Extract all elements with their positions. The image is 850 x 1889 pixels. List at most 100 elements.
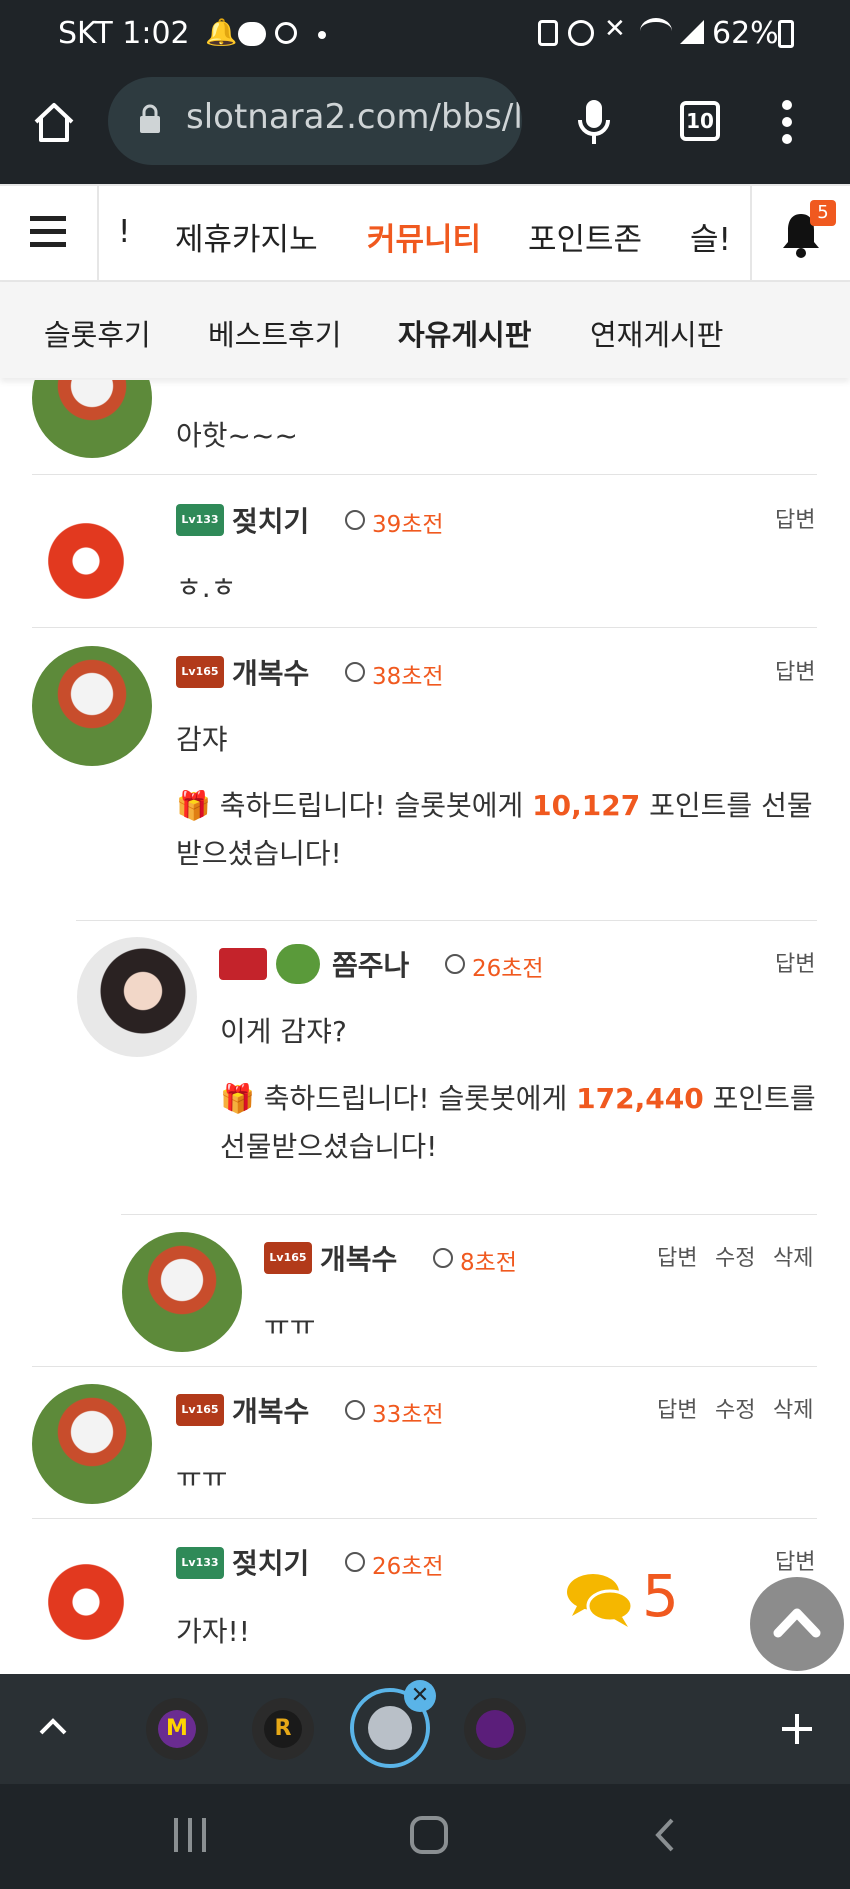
microphone-icon[interactable] <box>577 98 611 148</box>
tab-count: 10 <box>686 109 714 133</box>
nav-item-community[interactable]: 커뮤니티 <box>367 214 481 259</box>
level-badge: Lv133 <box>176 504 224 536</box>
reply-button[interactable]: 답변 <box>657 1240 697 1272</box>
hamburger-menu-icon[interactable] <box>30 216 66 250</box>
reply-button[interactable]: 답변 <box>775 1544 815 1576</box>
comment-body: 가자!! <box>176 1615 250 1648</box>
delete-button[interactable]: 삭제 <box>773 1392 813 1424</box>
comment-body: ㅠㅠ <box>264 1309 316 1342</box>
level-badge: Lv165 <box>176 1394 224 1426</box>
tab-free-board[interactable]: 자유게시판 <box>398 312 531 354</box>
chevron-up-icon <box>773 1608 821 1638</box>
back-icon[interactable] <box>652 1816 676 1854</box>
clock-icon <box>345 510 365 530</box>
close-icon[interactable]: ✕ <box>404 1680 436 1712</box>
status-time: SKT 1:02 <box>58 16 190 51</box>
battery-saver-icon <box>538 20 558 46</box>
comment-body: 이게 감쟈? <box>220 1015 347 1048</box>
nav-item-partial[interactable]: ! <box>118 214 130 250</box>
reply-button[interactable]: 답변 <box>775 502 815 534</box>
comment-author[interactable]: 젖치기 <box>232 1542 309 1582</box>
comment-author[interactable]: 개복수 <box>320 1238 397 1278</box>
plus-icon[interactable] <box>780 1712 814 1746</box>
tab-series-board[interactable]: 연재게시판 <box>590 312 723 354</box>
recent-apps-icon[interactable] <box>174 1818 208 1852</box>
dnd-icon <box>275 22 297 44</box>
alarm-icon <box>568 20 594 46</box>
gift-points: 172,440 <box>576 1082 704 1115</box>
home-nav-icon[interactable] <box>410 1816 448 1854</box>
divider <box>32 474 817 475</box>
nav-item-partner-casino[interactable]: 제휴카지노 <box>175 214 318 259</box>
avatar[interactable] <box>32 495 152 615</box>
battery-percent: 62% <box>712 16 779 51</box>
comment-author[interactable]: 쫌주나 <box>332 944 409 984</box>
nav-item-slot-partial[interactable]: 슬! <box>690 214 730 259</box>
reply-button[interactable]: 답변 <box>775 946 815 978</box>
tab-slot-reviews[interactable]: 슬롯후기 <box>44 312 151 354</box>
divider <box>32 1518 817 1519</box>
level-badge: Lv165 <box>264 1242 312 1274</box>
tab-best-reviews[interactable]: 베스트후기 <box>208 312 341 354</box>
dot-icon <box>318 31 326 39</box>
battery-icon <box>778 20 794 48</box>
comment-time: 39초전 <box>372 512 444 538</box>
pepe-icon <box>276 944 320 984</box>
clock-icon <box>433 1248 453 1268</box>
comment-author[interactable]: 개복수 <box>232 652 309 692</box>
comment-time: 38초전 <box>372 664 444 690</box>
edit-button[interactable]: 수정 <box>715 1240 755 1272</box>
level-badge: Lv165 <box>176 656 224 688</box>
clock-icon <box>345 1400 365 1420</box>
clock-icon <box>445 954 465 974</box>
reply-button[interactable]: 답변 <box>775 654 815 686</box>
tab-switcher-button[interactable]: 10 <box>680 101 720 141</box>
nav-item-point-zone[interactable]: 포인트존 <box>528 214 642 259</box>
gift-points: 10,127 <box>532 789 641 822</box>
gift-icon: 🎁 <box>176 789 211 822</box>
comment-author[interactable]: 개복수 <box>232 1390 309 1430</box>
signal-icon <box>680 20 704 44</box>
comment-count: 5 <box>642 1562 679 1630</box>
system-navigation <box>0 1784 850 1889</box>
shortcut-123-icon[interactable] <box>464 1698 526 1760</box>
home-icon[interactable] <box>32 100 76 144</box>
avatar[interactable] <box>32 1384 152 1504</box>
comment-time: 26초전 <box>472 956 544 982</box>
comment-body: 감쟈 <box>176 723 228 756</box>
lock-icon <box>140 104 160 133</box>
divider <box>76 920 817 921</box>
comment-time: 8초전 <box>460 1250 517 1276</box>
comment-body: ㅎ.ㅎ <box>176 571 237 604</box>
divider <box>32 1366 817 1367</box>
shortcut-r-icon[interactable]: R <box>252 1698 314 1760</box>
url-text: slotnara2.com/bbs/l <box>186 97 522 137</box>
level-badge: Lv133 <box>176 1547 224 1579</box>
divider <box>121 1214 817 1215</box>
bottom-toolbar: M R ✕ <box>0 1674 850 1784</box>
comment-author[interactable]: 젖치기 <box>232 500 309 540</box>
more-menu-icon[interactable] <box>782 100 792 144</box>
scroll-top-button[interactable] <box>750 1577 844 1671</box>
notification-badge: 5 <box>810 200 836 226</box>
address-bar[interactable]: slotnara2.com/bbs/l <box>108 77 522 165</box>
avatar[interactable] <box>32 646 152 766</box>
reply-button[interactable]: 답변 <box>657 1392 697 1424</box>
comment-time: 26초전 <box>372 1554 444 1580</box>
chevron-up-icon[interactable] <box>38 1716 68 1736</box>
wifi-icon <box>640 18 672 44</box>
main-nav: ! 제휴카지노 커뮤니티 포인트존 슬! 5 <box>0 184 850 282</box>
comment-body: 아핫~~~ <box>176 419 298 452</box>
comments-icon[interactable] <box>566 1570 636 1630</box>
avatar[interactable] <box>32 1536 152 1656</box>
avatar[interactable] <box>32 380 152 458</box>
avatar[interactable] <box>122 1232 242 1352</box>
avatar[interactable] <box>77 937 197 1057</box>
comment-time: 33초전 <box>372 1402 444 1428</box>
delete-button[interactable]: 삭제 <box>773 1240 813 1272</box>
comment-list: 아핫~~~ Lv133 젖치기 39초전 답변 ㅎ.ㅎ Lv165 개복수 38… <box>0 380 850 1674</box>
edit-button[interactable]: 수정 <box>715 1392 755 1424</box>
clock-icon <box>345 1552 365 1572</box>
shortcut-m-icon[interactable]: M <box>146 1698 208 1760</box>
divider <box>32 627 817 628</box>
